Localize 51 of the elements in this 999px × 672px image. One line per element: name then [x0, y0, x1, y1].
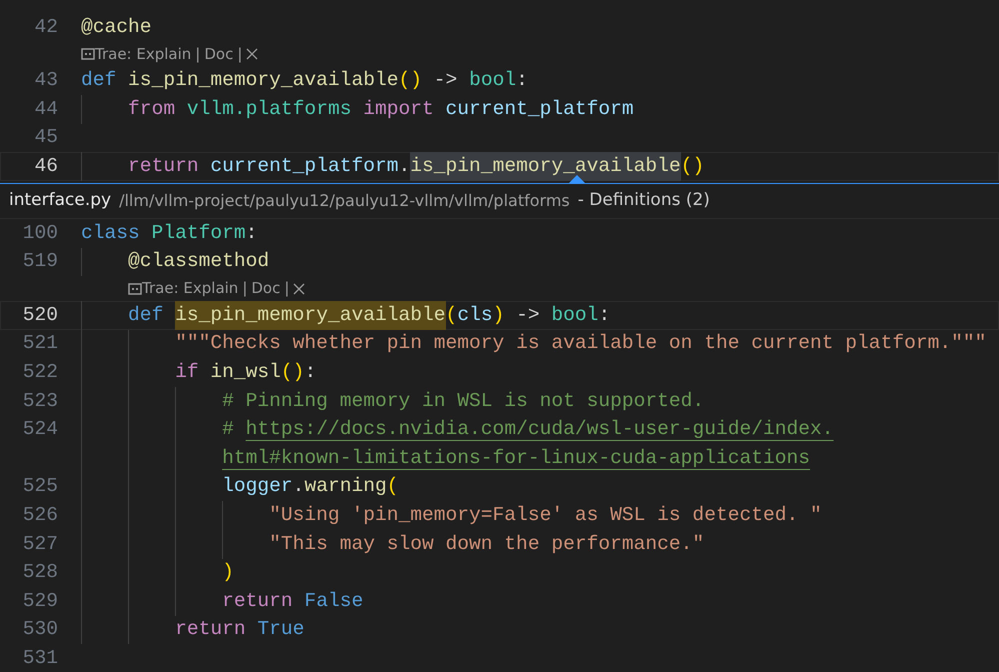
line-number: 44 — [33, 96, 59, 122]
line-number: 519 — [22, 249, 59, 274]
line-number: 528 — [22, 560, 59, 586]
code-line: """Checks whether pin memory is available on the current platform.""" — [81, 330, 986, 358]
code-line: "Using 'pin_memory=False' as WSL is detected. " — [81, 501, 822, 530]
line-number: 522 — [22, 360, 59, 385]
line-number: 45 — [33, 125, 59, 150]
codelens-link[interactable]: Doc — [251, 277, 280, 300]
line-number: 526 — [22, 502, 59, 528]
code-line: return True — [81, 616, 304, 644]
line-number: 525 — [22, 474, 59, 500]
line-number: 527 — [22, 532, 59, 557]
separator: | — [284, 278, 290, 300]
code-line: from vllm.platforms import current_platform — [81, 95, 634, 124]
separator: | — [242, 278, 248, 300]
line-number: 531 — [22, 646, 59, 671]
code-line: if in_wsl(): — [81, 358, 316, 387]
line-number: 42 — [33, 14, 59, 40]
code-line: class Platform: — [81, 220, 258, 246]
line-number: 524 — [22, 417, 59, 442]
line-number: 100 — [22, 220, 59, 246]
code-line: "This may slow down the performance." — [81, 530, 704, 559]
close-icon[interactable] — [246, 48, 258, 60]
separator: | — [195, 44, 200, 65]
code-line: # https://docs.nvidia.com/cuda/wsl-user-guide/index. — [81, 416, 834, 444]
code-line: logger.warning( — [81, 472, 399, 502]
codelens-icon — [128, 282, 142, 295]
code-line: @cache — [81, 14, 152, 40]
code-line: html#known-limitations-for-linux-cuda-applications — [81, 444, 810, 473]
line-number: 523 — [22, 388, 59, 414]
code-line: @classmethod — [81, 248, 270, 276]
codelens-link[interactable]: Trae: Explain — [142, 277, 238, 300]
line-number: 521 — [22, 331, 59, 356]
separator: | — [237, 44, 242, 65]
codelens-link[interactable]: Trae: Explain — [95, 42, 192, 66]
definitions-title: - Definitions (2) — [578, 189, 710, 212]
file-path: /llm/vllm-project/paulyu12/paulyu12-vllm/vllm/platforms — [119, 190, 570, 212]
codelens-icon — [81, 48, 95, 60]
line-number: 529 — [22, 588, 59, 614]
line-number: 46 — [33, 154, 59, 179]
code-line: return False — [81, 587, 364, 616]
codelens-link[interactable]: Doc — [204, 42, 234, 66]
code-line: ) — [81, 558, 234, 588]
code-line: # Pinning memory in WSL is not supported. — [81, 386, 704, 416]
line-number: 520 — [22, 302, 59, 328]
code-line: def is_pin_memory_available() -> bool: — [81, 68, 528, 94]
line-number: 43 — [33, 68, 59, 94]
file-name[interactable]: interface.py — [9, 188, 112, 214]
close-icon[interactable] — [293, 282, 306, 295]
code-line: return current_platform.is_pin_memory_available() — [81, 152, 704, 181]
line-number: 530 — [22, 617, 59, 642]
